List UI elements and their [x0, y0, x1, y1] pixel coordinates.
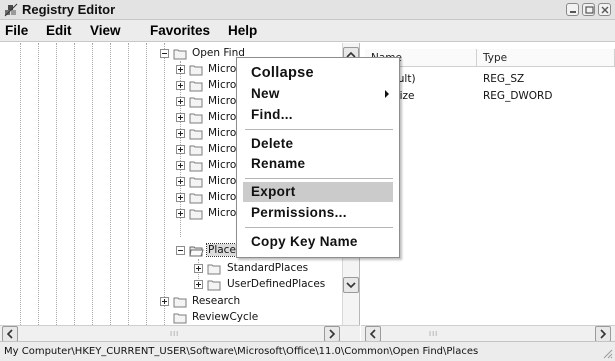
- folder-icon: [189, 97, 203, 108]
- folder-icon: [173, 313, 187, 324]
- minimize-icon: [570, 11, 576, 13]
- expand-icon[interactable]: [176, 161, 185, 170]
- value-type: REG_SZ: [483, 73, 525, 85]
- menu-item-export[interactable]: Export: [243, 182, 393, 202]
- expand-icon[interactable]: [176, 113, 185, 122]
- expand-icon[interactable]: [176, 65, 185, 74]
- expand-icon[interactable]: [194, 264, 203, 273]
- menu-separator: [245, 129, 393, 130]
- tree-item-label: Research: [192, 295, 241, 307]
- submenu-arrow-icon: [385, 90, 389, 98]
- folder-open-icon: [173, 49, 187, 60]
- scroll-right-button[interactable]: [595, 326, 611, 342]
- tree-guide-line: [74, 43, 75, 325]
- expand-icon[interactable]: [194, 280, 203, 289]
- tree-item[interactable]: StandardPlaces: [194, 261, 334, 277]
- expand-icon[interactable]: [176, 97, 185, 106]
- menu-item-delete[interactable]: Delete: [243, 134, 393, 154]
- expand-icon[interactable]: [176, 145, 185, 154]
- tree-item-label: UserDefinedPlaces: [227, 278, 326, 290]
- tree-item[interactable]: Research: [160, 294, 280, 310]
- scroll-down-button[interactable]: [343, 277, 359, 293]
- folder-icon: [189, 113, 203, 124]
- tree-guide-line: [128, 43, 129, 325]
- chevron-left-icon: [369, 329, 376, 339]
- tree-guide-line: [110, 43, 111, 325]
- menu-item-find[interactable]: Find...: [243, 105, 393, 125]
- menu-favorites[interactable]: Favorites: [150, 23, 210, 38]
- title-bar: Registry Editor: [0, 0, 615, 20]
- menu-item-permissions[interactable]: Permissions...: [243, 203, 393, 223]
- menu-view[interactable]: View: [90, 23, 121, 38]
- folder-icon: [189, 193, 203, 204]
- folder-icon: [189, 65, 203, 76]
- tree-guide-line: [20, 43, 21, 325]
- tree-horizontal-scrollbar[interactable]: III: [0, 325, 360, 342]
- tree-item[interactable]: UserDefinedPlaces: [194, 277, 334, 293]
- menu-item-collapse[interactable]: Collapse: [243, 63, 393, 83]
- tree-guide-line: [146, 43, 147, 325]
- folder-icon: [189, 161, 203, 172]
- tree-item-label: ReviewCycle: [192, 311, 259, 323]
- folder-icon: [207, 264, 221, 275]
- folder-icon: [173, 297, 187, 308]
- collapse-icon[interactable]: [176, 246, 185, 255]
- menu-separator: [245, 227, 393, 228]
- status-bar: My Computer\HKEY_CURRENT_USER\Software\M…: [0, 341, 615, 361]
- chevron-down-icon: [346, 282, 356, 289]
- scroll-left-button[interactable]: [365, 326, 381, 342]
- maximize-icon: [585, 6, 594, 14]
- tree-guide-line: [38, 43, 39, 325]
- folder-open-icon: [189, 246, 204, 257]
- menu-help[interactable]: Help: [228, 23, 257, 38]
- folder-icon: [207, 280, 221, 291]
- folder-icon: [189, 129, 203, 140]
- list-horizontal-scrollbar[interactable]: III: [361, 325, 615, 342]
- tree-guide-line: [164, 43, 165, 325]
- menu-item-new[interactable]: New: [243, 84, 393, 104]
- close-button[interactable]: [598, 3, 611, 16]
- expand-icon[interactable]: [160, 297, 169, 306]
- tree-item-label: StandardPlaces: [227, 262, 309, 274]
- folder-icon: [189, 209, 203, 220]
- expand-icon[interactable]: [176, 177, 185, 186]
- expand-icon[interactable]: [176, 209, 185, 218]
- menu-item-rename[interactable]: Rename: [243, 154, 393, 174]
- scroll-thumb-grip[interactable]: III: [429, 330, 438, 338]
- tree-guide-line: [56, 43, 57, 325]
- maximize-button[interactable]: [582, 3, 595, 16]
- chevron-right-icon: [600, 329, 607, 339]
- scroll-right-button[interactable]: [324, 326, 340, 342]
- scroll-left-button[interactable]: [2, 326, 18, 342]
- tree-guide-line: [92, 43, 93, 325]
- folder-icon: [189, 145, 203, 156]
- expand-icon[interactable]: [176, 129, 185, 138]
- close-icon: [601, 6, 609, 14]
- window-title: Registry Editor: [22, 2, 116, 17]
- menu-separator: [245, 178, 393, 179]
- menu-item-copy-key-name[interactable]: Copy Key Name: [243, 232, 393, 252]
- tree-item[interactable]: ReviewCycle: [160, 310, 280, 326]
- scroll-thumb-grip[interactable]: III: [170, 330, 179, 338]
- menu-edit[interactable]: Edit: [46, 23, 72, 38]
- expand-icon[interactable]: [176, 81, 185, 90]
- expand-icon[interactable]: [176, 193, 185, 202]
- folder-icon: [189, 81, 203, 92]
- chevron-left-icon: [6, 329, 13, 339]
- registry-editor-icon: [4, 3, 18, 17]
- resize-grip-icon[interactable]: [601, 347, 613, 359]
- folder-icon: [189, 177, 203, 188]
- minimize-button[interactable]: [566, 3, 579, 16]
- status-path: My Computer\HKEY_CURRENT_USER\Software\M…: [4, 346, 479, 357]
- menu-bar: File Edit View Favorites Help: [0, 20, 615, 42]
- menu-item-label: New: [251, 86, 280, 101]
- value-type: REG_DWORD: [483, 90, 553, 102]
- menu-file[interactable]: File: [5, 23, 28, 38]
- collapse-icon[interactable]: [160, 49, 169, 58]
- column-header-type[interactable]: Type: [477, 49, 615, 67]
- chevron-right-icon: [329, 329, 336, 339]
- context-menu: Collapse New Find... Delete Rename Expor…: [236, 57, 400, 258]
